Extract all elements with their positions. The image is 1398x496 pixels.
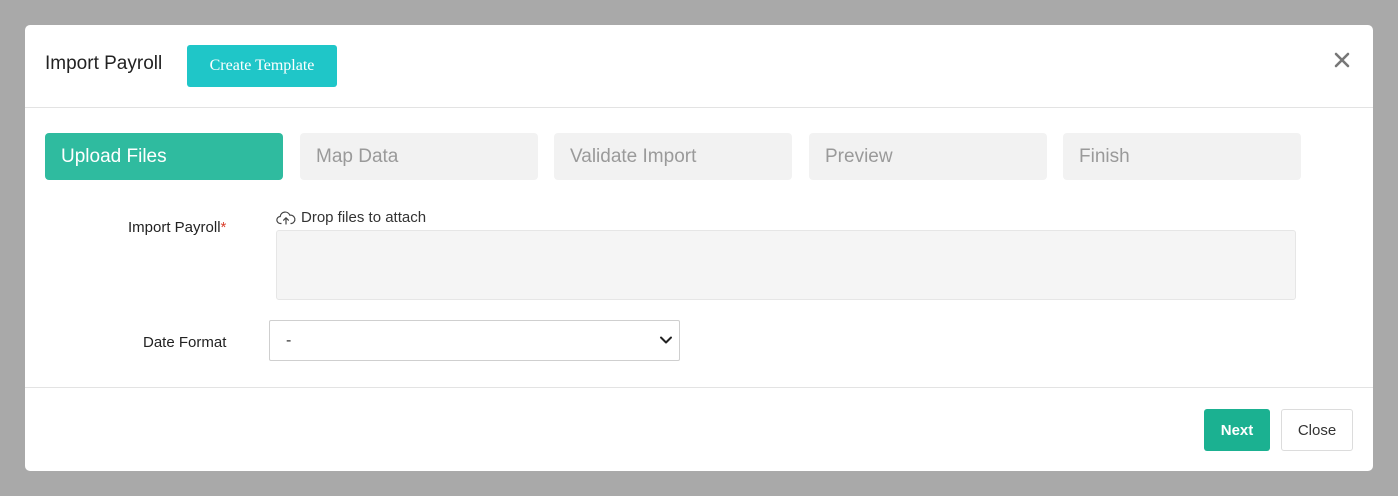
modal-footer: Next Close	[25, 387, 1373, 471]
step-validate-import[interactable]: Validate Import	[554, 133, 792, 180]
chevron-down-icon	[660, 336, 672, 344]
step-map-data[interactable]: Map Data	[300, 133, 538, 180]
close-button[interactable]: Close	[1281, 409, 1353, 451]
drop-files-text: Drop files to attach	[301, 209, 427, 226]
next-button[interactable]: Next	[1204, 409, 1270, 451]
file-dropzone[interactable]	[276, 230, 1296, 300]
drop-files-label: Drop files to attach	[276, 209, 426, 226]
date-format-label: Date Format	[143, 334, 227, 351]
required-mark: *	[220, 219, 227, 236]
modal-title: Import Payroll	[45, 53, 163, 74]
create-template-button[interactable]: Create Template	[187, 45, 337, 87]
import-payroll-label-text: Import Payroll	[128, 219, 221, 236]
cloud-upload-icon	[276, 211, 296, 225]
date-format-select[interactable]: -	[269, 320, 680, 361]
step-upload-files[interactable]: Upload Files	[45, 133, 283, 180]
step-finish[interactable]: Finish	[1063, 133, 1301, 180]
import-payroll-modal: Import Payroll Create Template Upload Fi…	[25, 25, 1373, 471]
step-preview[interactable]: Preview	[809, 133, 1047, 180]
date-format-value: -	[286, 332, 292, 349]
modal-header: Import Payroll Create Template	[25, 25, 1373, 108]
close-icon-button[interactable]	[1331, 49, 1353, 71]
import-payroll-label: Import Payroll*	[128, 219, 226, 236]
close-icon	[1334, 52, 1350, 68]
